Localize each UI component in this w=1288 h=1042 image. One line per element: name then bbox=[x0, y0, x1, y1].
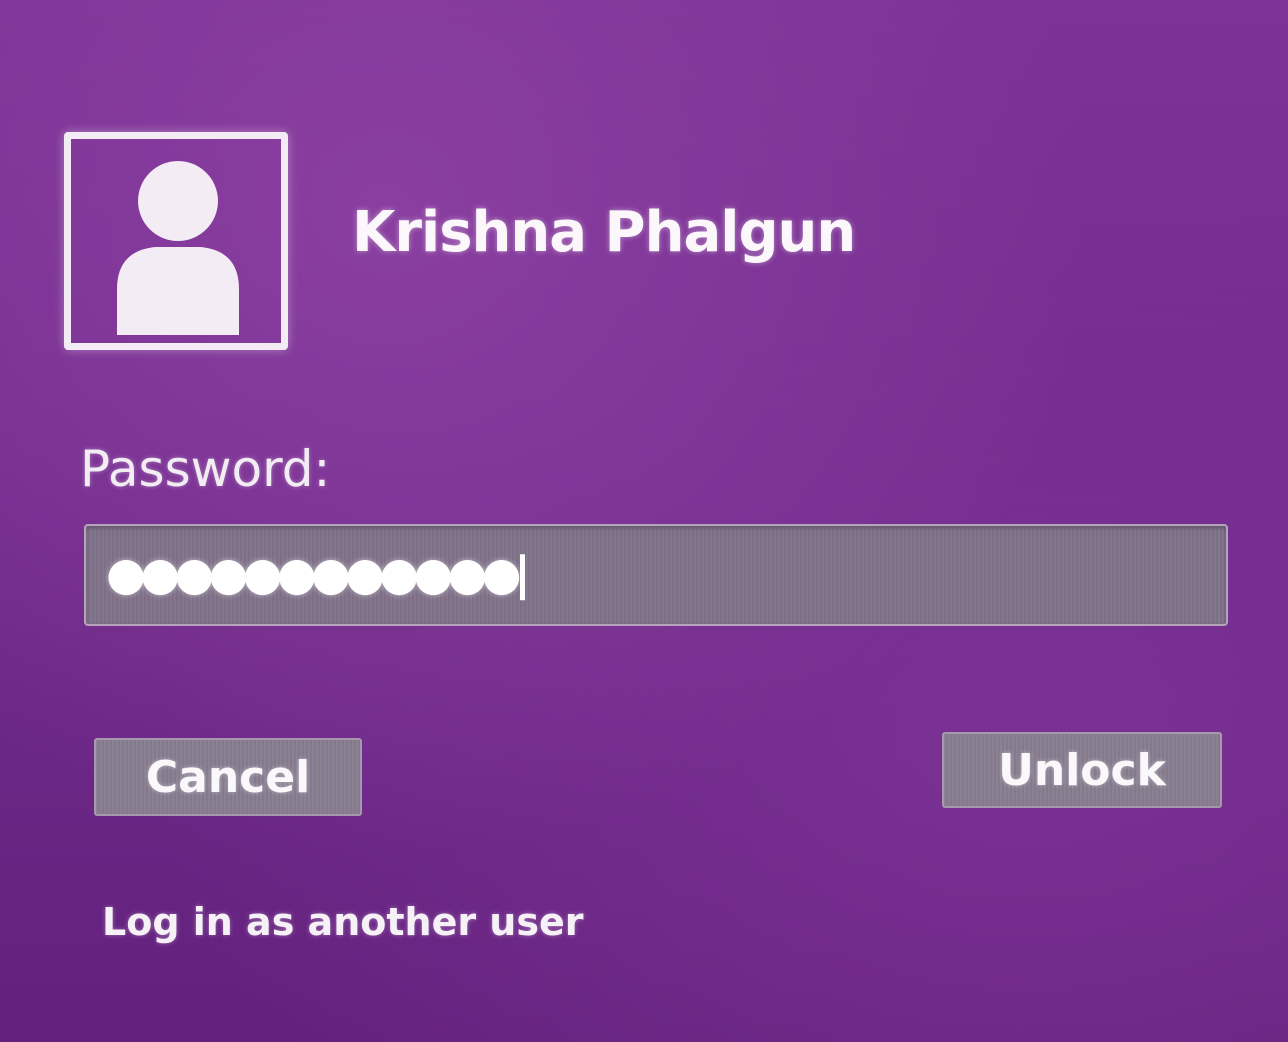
password-field[interactable]: ●●●●●●●●●●●● bbox=[84, 524, 1228, 626]
password-dots: ●●●●●●●●●●●● bbox=[106, 546, 522, 601]
user-silhouette-icon bbox=[117, 161, 239, 335]
password-masked-value: ●●●●●●●●●●●● bbox=[106, 550, 525, 600]
text-caret bbox=[519, 553, 525, 600]
unlock-button[interactable]: Unlock bbox=[942, 732, 1222, 808]
lock-screen: Krishna Phalgun Password: ●●●●●●●●●●●● C… bbox=[0, 0, 1288, 1042]
cancel-button[interactable]: Cancel bbox=[94, 738, 362, 816]
password-label: Password: bbox=[80, 440, 331, 498]
avatar bbox=[64, 132, 288, 350]
log-in-as-another-user-link[interactable]: Log in as another user bbox=[102, 900, 584, 944]
user-name: Krishna Phalgun bbox=[352, 200, 856, 265]
